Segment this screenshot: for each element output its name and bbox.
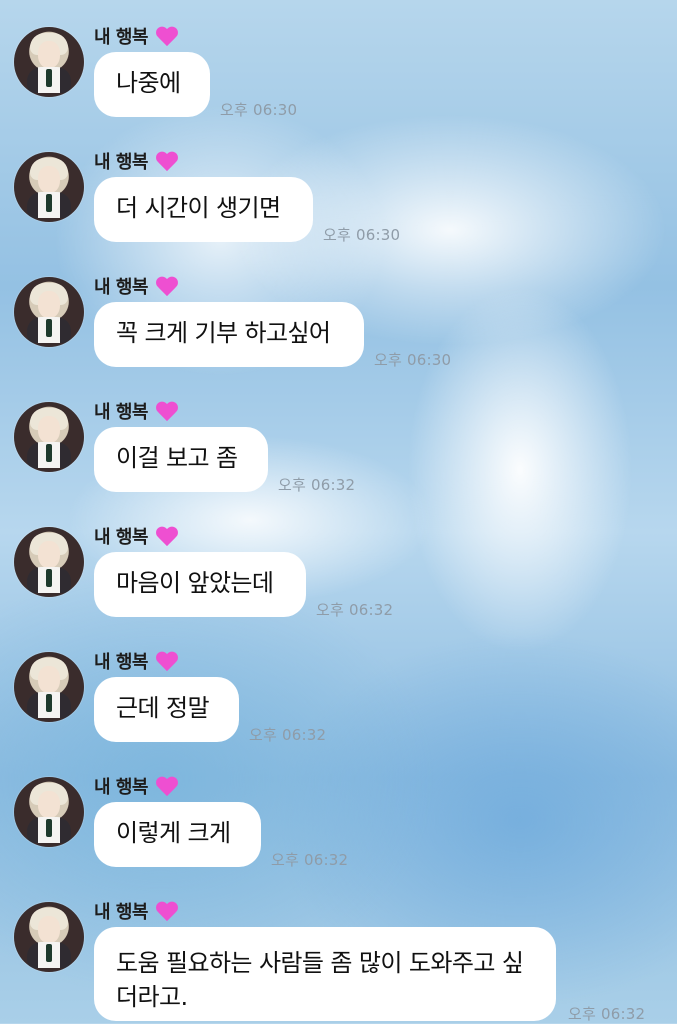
heart-icon [155, 775, 179, 797]
message-bubble[interactable]: 꼭 크게 기부 하고싶어 [94, 302, 364, 367]
sender-row: 내 행복 [94, 898, 179, 924]
avatar[interactable] [14, 652, 84, 722]
message-time: 오후 06:32 [271, 851, 349, 869]
sender-row: 내 행복 [94, 148, 179, 174]
message-time: 오후 06:30 [323, 226, 401, 244]
message-item: 내 행복 이걸 보고 좀 오후 06:32 [0, 402, 677, 502]
sender-name: 내 행복 [94, 27, 148, 48]
message-bubble[interactable]: 마음이 앞았는데 [94, 552, 306, 617]
message-item: 내 행복 더 시간이 생기면 오후 06:30 [0, 152, 677, 252]
message-bubble[interactable]: 이걸 보고 좀 [94, 427, 268, 492]
message-item: 내 행복 도움 필요하는 사람들 좀 많이 도와주고 싶더라고. 오후 06:3… [0, 902, 677, 1023]
sender-name: 내 행복 [94, 527, 148, 548]
heart-icon [155, 275, 179, 297]
avatar[interactable] [14, 277, 84, 347]
message-bubble[interactable]: 이렇게 크게 [94, 802, 261, 867]
sender-name: 내 행복 [94, 777, 148, 798]
avatar[interactable] [14, 527, 84, 597]
message-item: 내 행복 나중에 오후 06:30 [0, 27, 677, 127]
avatar[interactable] [14, 27, 84, 97]
heart-icon [155, 900, 179, 922]
sender-row: 내 행복 [94, 23, 179, 49]
sender-name: 내 행복 [94, 402, 148, 423]
message-item: 내 행복 근데 정말 오후 06:32 [0, 652, 677, 752]
message-item: 내 행복 마음이 앞았는데 오후 06:32 [0, 527, 677, 627]
sender-row: 내 행복 [94, 398, 179, 424]
message-bubble[interactable]: 도움 필요하는 사람들 좀 많이 도와주고 싶더라고. [94, 927, 556, 1021]
sender-row: 내 행복 [94, 523, 179, 549]
sender-row: 내 행복 [94, 648, 179, 674]
message-item: 내 행복 꼭 크게 기부 하고싶어 오후 06:30 [0, 277, 677, 377]
sender-name: 내 행복 [94, 277, 148, 298]
message-time: 오후 06:30 [374, 351, 452, 369]
heart-icon [155, 25, 179, 47]
heart-icon [155, 400, 179, 422]
message-bubble[interactable]: 나중에 [94, 52, 210, 117]
message-time: 오후 06:32 [568, 1005, 646, 1023]
sender-name: 내 행복 [94, 152, 148, 173]
message-time: 오후 06:32 [278, 476, 356, 494]
sender-row: 내 행복 [94, 773, 179, 799]
message-time: 오후 06:30 [220, 101, 298, 119]
avatar[interactable] [14, 152, 84, 222]
message-time: 오후 06:32 [249, 726, 327, 744]
message-time: 오후 06:32 [316, 601, 394, 619]
chat-thread: 내 행복 나중에 오후 06:30 내 행복 더 시간이 생기면 오후 06:3… [0, 0, 677, 1023]
sender-name: 내 행복 [94, 902, 148, 923]
sender-row: 내 행복 [94, 273, 179, 299]
message-bubble[interactable]: 더 시간이 생기면 [94, 177, 313, 242]
avatar[interactable] [14, 902, 84, 972]
sender-name: 내 행복 [94, 652, 148, 673]
heart-icon [155, 525, 179, 547]
avatar[interactable] [14, 402, 84, 472]
message-item: 내 행복 이렇게 크게 오후 06:32 [0, 777, 677, 877]
message-bubble[interactable]: 근데 정말 [94, 677, 239, 742]
avatar[interactable] [14, 777, 84, 847]
heart-icon [155, 650, 179, 672]
heart-icon [155, 150, 179, 172]
